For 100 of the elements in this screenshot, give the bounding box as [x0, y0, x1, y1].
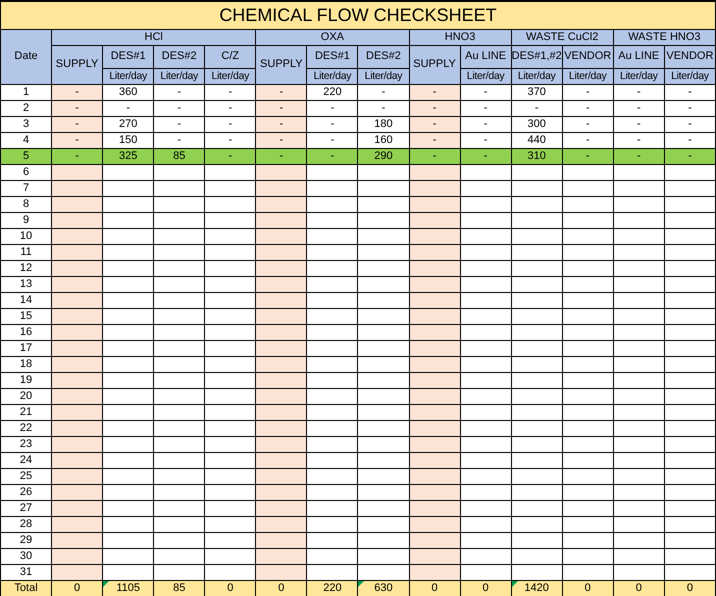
column-header: DES#1: [306, 45, 358, 68]
table-cell: 24: [0, 452, 52, 468]
table-cell: 16: [0, 324, 52, 340]
table-cell: 13: [0, 276, 52, 292]
table-cell: -: [256, 116, 307, 132]
table-cell: 630: [358, 580, 409, 596]
table-cell: 310: [511, 148, 562, 164]
table-cell: -: [102, 100, 154, 116]
table-cell: -: [256, 100, 307, 116]
column-header: Date: [0, 29, 52, 84]
table-cell: -: [52, 84, 103, 100]
table-cell: 180: [358, 116, 409, 132]
table-cell: -: [664, 132, 716, 148]
table-cell: 8: [0, 196, 52, 212]
column-header: SUPPLY: [409, 45, 460, 84]
unit-header: Liter/day: [154, 68, 205, 84]
group-header: OXA: [256, 29, 409, 45]
table-cell: 0: [613, 580, 664, 596]
table-cell: -: [613, 100, 664, 116]
table-cell: 360: [102, 84, 154, 100]
table-cell: -: [52, 116, 103, 132]
table-cell: 4: [0, 132, 52, 148]
table-cell: 300: [511, 116, 562, 132]
table-cell: -: [409, 148, 460, 164]
table-cell: 1105: [102, 580, 154, 596]
table-cell: 20: [0, 388, 52, 404]
table-cell: 150: [102, 132, 154, 148]
table-cell: -: [664, 148, 716, 164]
table-cell: 3: [0, 116, 52, 132]
sheet-title: CHEMICAL FLOW CHECKSHEET: [0, 1, 716, 29]
group-header: HNO3: [409, 29, 512, 45]
table-cell: 26: [0, 484, 52, 500]
table-cell: -: [154, 116, 205, 132]
unit-header: Liter/day: [102, 68, 154, 84]
column-header: C/Z: [204, 45, 256, 68]
table-cell: -: [306, 148, 358, 164]
table-cell: -: [409, 84, 460, 100]
table-cell: 0: [562, 580, 614, 596]
unit-header: Liter/day: [613, 68, 664, 84]
table-cell: -: [613, 116, 664, 132]
table-cell: 270: [102, 116, 154, 132]
column-header: SUPPLY: [52, 45, 103, 84]
table-cell: 30: [0, 548, 52, 564]
table-cell: -: [306, 116, 358, 132]
table-cell: -: [358, 100, 409, 116]
table-cell: 85: [154, 148, 205, 164]
group-header: WASTE HNO3: [613, 29, 716, 45]
unit-header: Liter/day: [204, 68, 256, 84]
table-cell: 29: [0, 532, 52, 548]
table-cell: -: [256, 84, 307, 100]
table-cell: -: [664, 84, 716, 100]
column-header: VENDOR: [562, 45, 614, 68]
column-header: DES#1,#2: [511, 45, 562, 68]
table-cell: -: [562, 116, 614, 132]
table-cell: 17: [0, 340, 52, 356]
table-cell: 0: [409, 580, 460, 596]
table-cell: -: [562, 132, 614, 148]
table-cell: Total: [0, 580, 52, 596]
table-cell: -: [460, 132, 512, 148]
table-cell: 31: [0, 564, 52, 580]
table-cell: -: [256, 132, 307, 148]
table-cell: 290: [358, 148, 409, 164]
column-header: DES#2: [154, 45, 205, 68]
table-cell: 14: [0, 292, 52, 308]
table-cell: 10: [0, 228, 52, 244]
table-cell: -: [52, 100, 103, 116]
table-cell: 85: [154, 580, 205, 596]
unit-header: Liter/day: [460, 68, 512, 84]
unit-header: Liter/day: [306, 68, 358, 84]
table-cell: 220: [306, 84, 358, 100]
table-cell: 1: [0, 84, 52, 100]
table-cell: -: [409, 116, 460, 132]
table-cell: -: [613, 84, 664, 100]
table-cell: -: [664, 116, 716, 132]
table-cell: -: [154, 100, 205, 116]
column-header: Au LINE: [613, 45, 664, 68]
table-cell: 0: [204, 580, 256, 596]
table-cell: 220: [306, 580, 358, 596]
table-cell: 1420: [511, 580, 562, 596]
table-cell: 370: [511, 84, 562, 100]
table-cell: -: [664, 100, 716, 116]
unit-header: Liter/day: [664, 68, 716, 84]
table-cell: 6: [0, 164, 52, 180]
table-cell: 15: [0, 308, 52, 324]
column-header: DES#1: [102, 45, 154, 68]
group-header: HCl: [52, 29, 256, 45]
table-cell: 0: [52, 580, 103, 596]
table-cell: 25: [0, 468, 52, 484]
table-cell: -: [306, 132, 358, 148]
table-cell: 0: [460, 580, 512, 596]
table-cell: -: [460, 116, 512, 132]
table-cell: 11: [0, 244, 52, 260]
table-cell: -: [409, 132, 460, 148]
table-cell: -: [562, 84, 614, 100]
unit-header: Liter/day: [358, 68, 409, 84]
table-cell: -: [562, 100, 614, 116]
unit-header: Liter/day: [511, 68, 562, 84]
table-cell: 5: [0, 148, 52, 164]
table-cell: 18: [0, 356, 52, 372]
table-cell: 0: [256, 580, 307, 596]
